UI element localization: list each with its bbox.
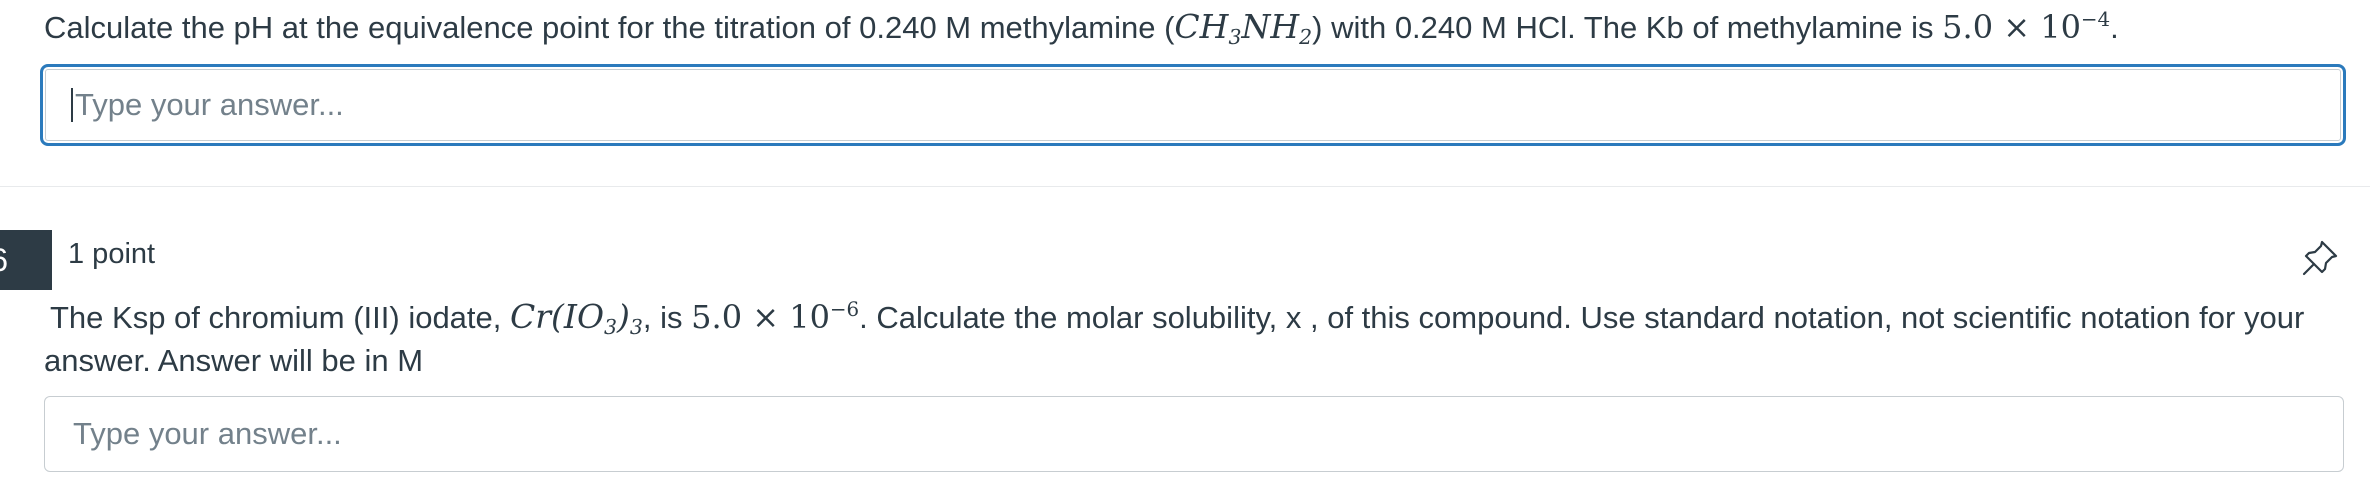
ksp-value: 5.0 × 10−6 xyxy=(691,298,860,336)
question-points: 1 point xyxy=(68,238,156,270)
question-divider xyxy=(0,186,2370,187)
answer-placeholder-1: Type your answer... xyxy=(75,87,344,122)
question-1-text-b: ) with 0.240 M HCl. The Kb of methylamin… xyxy=(1312,10,1943,45)
question-number-badge: 6 xyxy=(0,230,52,290)
answer-placeholder-2: Type your answer... xyxy=(73,416,342,451)
question-1-text-a: Calculate the pH at the equivalence poin… xyxy=(44,10,1175,45)
question-2-text-line-2: answer. Answer will be in M xyxy=(44,343,424,378)
formula-chromium-iodate: Cr(IO3)3 xyxy=(510,297,643,340)
pin-icon[interactable] xyxy=(2300,238,2340,278)
formula-methylamine: CH3NH2 xyxy=(1174,7,1313,50)
text-caret xyxy=(71,88,73,122)
question-2-text-line-1: The Ksp of chromium (III) iodate, Cr(IO3… xyxy=(50,297,2305,340)
kb-value: 5.0 × 10−4 xyxy=(1942,8,2111,46)
question-1-text: Calculate the pH at the equivalence poin… xyxy=(44,7,2119,50)
answer-input-2[interactable]: Type your answer... xyxy=(44,396,2344,472)
answer-input-1[interactable]: Type your answer... xyxy=(40,64,2346,146)
